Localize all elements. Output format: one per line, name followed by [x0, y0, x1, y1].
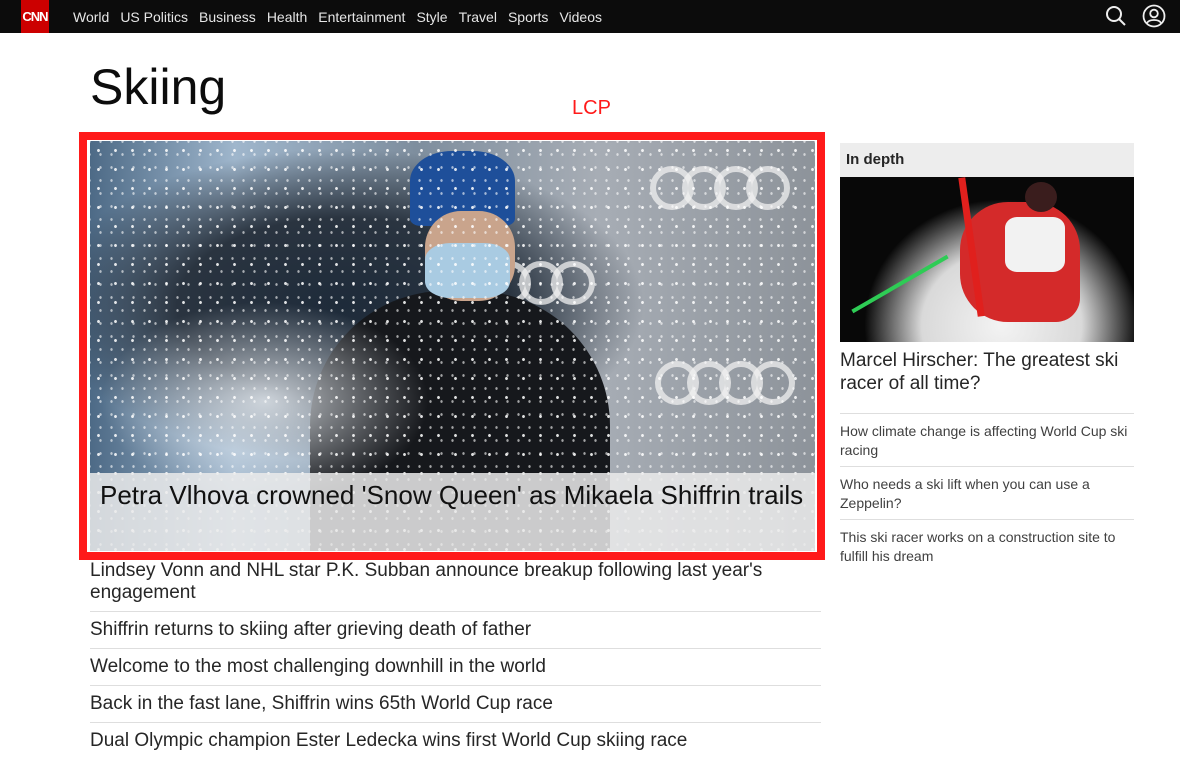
headline-list: Lindsey Vonn and NHL star P.K. Subban an… [90, 560, 821, 759]
search-icon[interactable] [1104, 4, 1128, 28]
feature-image[interactable] [840, 177, 1134, 342]
top-nav: CNN World US Politics Business Health Entert… [0, 0, 1180, 33]
headline-link[interactable]: Shiffrin returns to skiing after grievin… [90, 612, 821, 649]
nav-item-entertainment[interactable]: Entertainment [318, 9, 405, 25]
in-depth-sidebar: In depth Marcel Hirscher: The greatest s… [840, 143, 1134, 572]
nav-item-travel[interactable]: Travel [459, 9, 497, 25]
nav-item-us-politics[interactable]: US Politics [120, 9, 188, 25]
feature-title[interactable]: Marcel Hirscher: The greatest ski racer … [840, 342, 1134, 414]
headline-link[interactable]: Lindsey Vonn and NHL star P.K. Subban an… [90, 560, 821, 612]
sidebar-links: How climate change is affecting World Cu… [840, 414, 1134, 572]
nav-item-health[interactable]: Health [267, 9, 307, 25]
user-account-icon[interactable] [1142, 4, 1166, 28]
nav-item-business[interactable]: Business [199, 9, 256, 25]
sidebar-link[interactable]: This ski racer works on a construction s… [840, 520, 1134, 572]
headline-link[interactable]: Back in the fast lane, Shiffrin wins 65t… [90, 686, 821, 723]
headline-link[interactable]: Dual Olympic champion Ester Ledecka wins… [90, 723, 821, 759]
lcp-highlight-box [79, 132, 825, 560]
cnn-logo[interactable]: CNN [21, 0, 49, 33]
headline-link[interactable]: Welcome to the most challenging downhill… [90, 649, 821, 686]
sidebar-heading: In depth [840, 143, 1134, 177]
sidebar-link[interactable]: Who needs a ski lift when you can use a … [840, 467, 1134, 520]
nav-item-style[interactable]: Style [416, 9, 447, 25]
nav-item-world[interactable]: World [73, 9, 109, 25]
sidebar-link[interactable]: How climate change is affecting World Cu… [840, 414, 1134, 467]
nav-item-sports[interactable]: Sports [508, 9, 548, 25]
lcp-annotation-label: LCP [572, 97, 611, 119]
page-title: Skiing [90, 59, 227, 115]
nav-items: World US Politics Business Health Entertainm… [73, 0, 602, 33]
nav-item-videos[interactable]: Videos [559, 9, 602, 25]
